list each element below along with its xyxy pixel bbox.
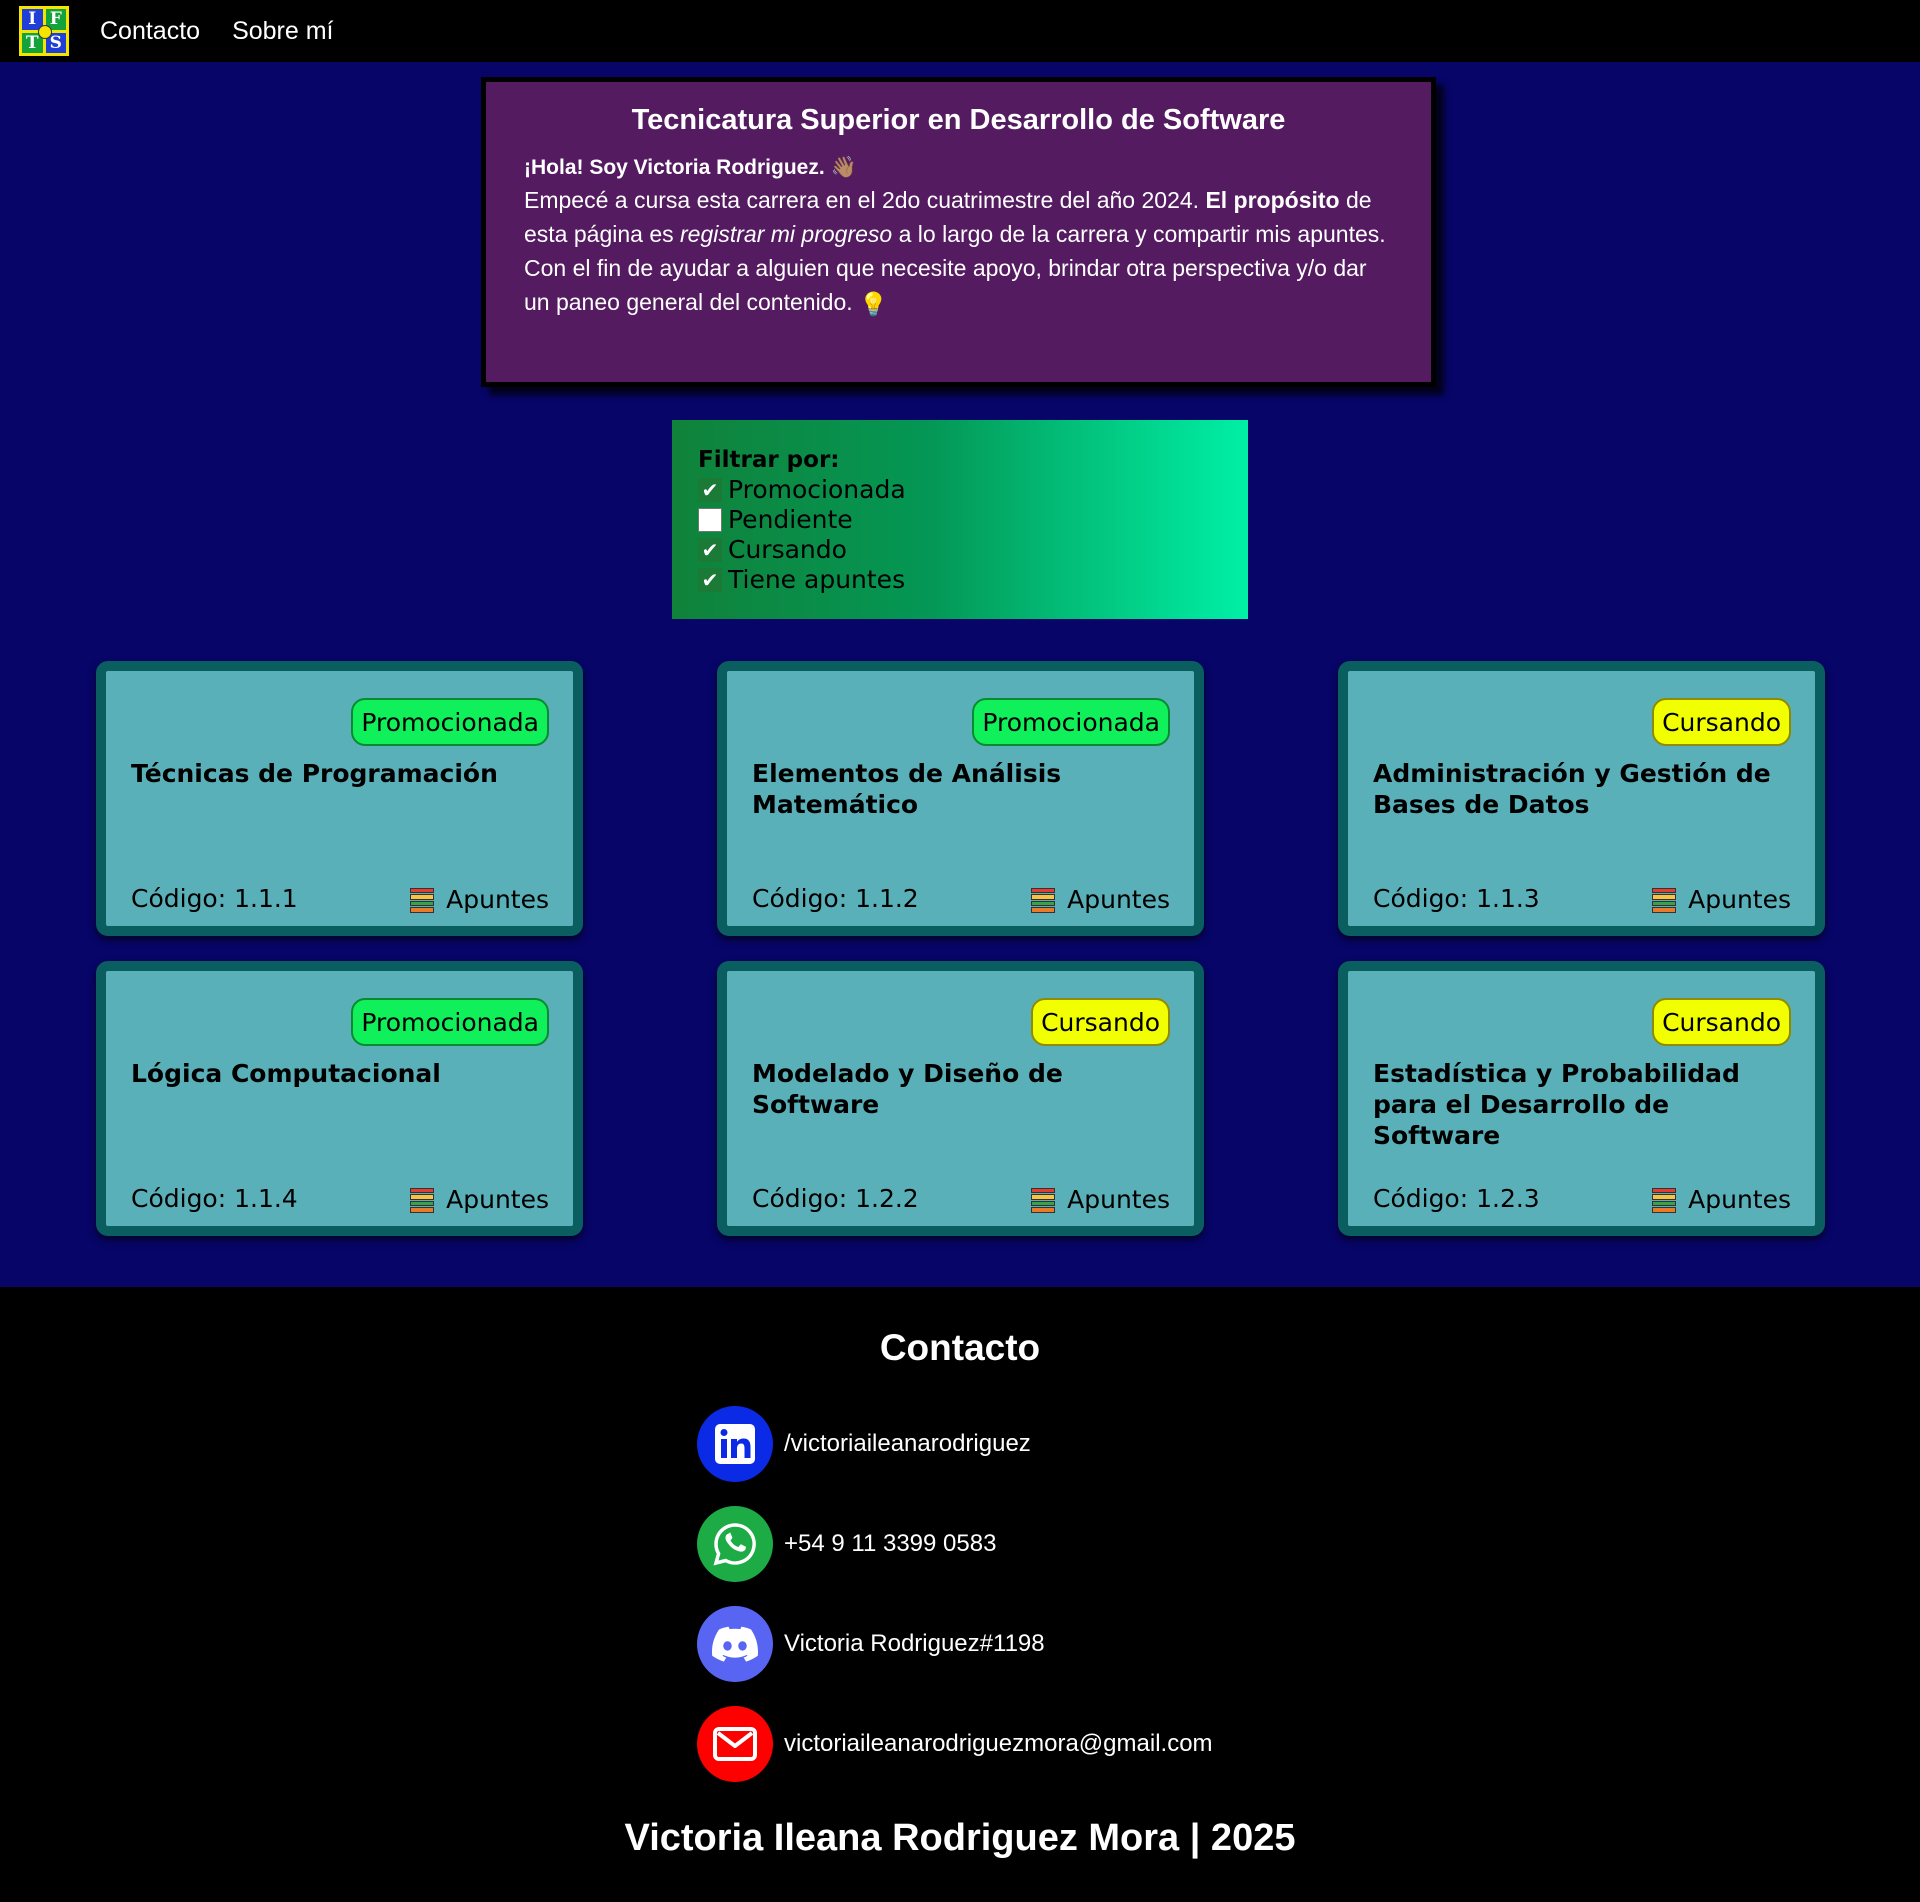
course-code: Código: 1.1.1 xyxy=(131,884,298,913)
course-title: Lógica Computacional xyxy=(131,1059,441,1088)
notes-label: Apuntes xyxy=(1067,1185,1170,1214)
intro-paragraph-2: Con el fin de ayudar a alguien que neces… xyxy=(524,251,1393,321)
books-icon xyxy=(1031,1187,1056,1213)
checkbox-checked-icon[interactable]: ✔ xyxy=(698,538,722,562)
status-badge: Promocionada xyxy=(351,998,549,1046)
filter-option-label: Promocionada xyxy=(728,475,906,504)
intro-text: Con el fin de ayudar a alguien que neces… xyxy=(524,255,1367,316)
status-badge: Cursando xyxy=(1031,998,1170,1046)
filter-option-pendiente[interactable]: Pendiente xyxy=(698,505,1248,535)
checkbox-checked-icon[interactable]: ✔ xyxy=(698,478,722,502)
course-code: Código: 1.1.3 xyxy=(1373,884,1540,913)
mail-icon xyxy=(697,1706,773,1782)
filter-option-promocionada[interactable]: ✔ Promocionada xyxy=(698,475,1248,505)
course-card: Cursando Estadística y Probabilidad para… xyxy=(1338,961,1825,1236)
course-card: Promocionada Lógica Computacional Código… xyxy=(96,961,583,1236)
notes-link[interactable]: Apuntes xyxy=(1652,1185,1791,1214)
notes-label: Apuntes xyxy=(446,1185,549,1214)
course-code: Código: 1.1.2 xyxy=(752,884,919,913)
checkbox-checked-icon[interactable]: ✔ xyxy=(698,568,722,592)
nav-link-contacto[interactable]: Contacto xyxy=(100,17,200,46)
course-card: Cursando Administración y Gestión de Bas… xyxy=(1338,661,1825,936)
course-title: Elementos de Análisis Matemático xyxy=(752,759,1062,819)
intro-paragraph-1: Empecé a cursa esta carrera en el 2do cu… xyxy=(524,183,1393,251)
books-icon xyxy=(1652,887,1677,913)
course-code: Código: 1.1.4 xyxy=(131,1184,298,1213)
notes-link[interactable]: Apuntes xyxy=(410,885,549,914)
notes-link[interactable]: Apuntes xyxy=(1031,1185,1170,1214)
waving-hand-icon: 👋🏽 xyxy=(830,156,857,180)
footer-signature: Victoria Ileana Rodriguez Mora | 2025 xyxy=(624,1817,1296,1859)
contact-text: /victoriaileanarodriguez xyxy=(784,1430,1031,1457)
filter-option-label: Cursando xyxy=(728,535,847,564)
status-badge: Cursando xyxy=(1652,698,1791,746)
status-badge: Promocionada xyxy=(972,698,1170,746)
notes-label: Apuntes xyxy=(1688,1185,1791,1214)
whatsapp-icon xyxy=(697,1506,773,1582)
course-title: Técnicas de Programación xyxy=(131,759,498,788)
greeting-text: ¡Hola! Soy Victoria Rodriguez. xyxy=(524,156,825,179)
intro-bold-text: El propósito xyxy=(1205,187,1340,214)
contact-email[interactable]: victoriaileanarodriguezmora@gmail.com xyxy=(697,1706,1213,1782)
contact-linkedin[interactable]: /victoriaileanarodriguez xyxy=(697,1406,1031,1482)
discord-icon xyxy=(697,1606,773,1682)
intro-text: Empecé a cursa esta carrera en el 2do cu… xyxy=(524,187,1200,214)
books-icon xyxy=(410,1187,435,1213)
course-title: Modelado y Diseño de Software xyxy=(752,1059,1063,1119)
course-title: Estadística y Probabilidad para el Desar… xyxy=(1373,1059,1740,1150)
notes-label: Apuntes xyxy=(446,885,549,914)
linkedin-icon xyxy=(697,1406,773,1482)
top-nav: I F T S Contacto Sobre mí xyxy=(0,0,1920,62)
notes-label: Apuntes xyxy=(1067,885,1170,914)
contact-text: +54 9 11 3399 0583 xyxy=(784,1530,997,1557)
course-code: Código: 1.2.3 xyxy=(1373,1184,1540,1213)
ifts-logo[interactable]: I F T S xyxy=(19,6,69,56)
books-icon xyxy=(410,887,435,913)
light-bulb-icon: 💡 xyxy=(859,291,888,318)
intro-box: Tecnicatura Superior en Desarrollo de So… xyxy=(481,77,1436,387)
filter-option-cursando[interactable]: ✔ Cursando xyxy=(698,535,1248,565)
books-icon xyxy=(1031,887,1056,913)
intro-text: a lo largo de la carrera y compartir mis… xyxy=(898,221,1386,248)
contact-discord[interactable]: Victoria Rodriguez#1198 xyxy=(697,1606,1045,1682)
filter-option-tiene-apuntes[interactable]: ✔ Tiene apuntes xyxy=(698,565,1248,595)
contact-whatsapp[interactable]: +54 9 11 3399 0583 xyxy=(697,1506,996,1582)
contact-text: Victoria Rodriguez#1198 xyxy=(784,1630,1045,1657)
course-title: Administración y Gestión de Bases de Dat… xyxy=(1373,759,1771,819)
checkbox-unchecked-icon[interactable] xyxy=(698,508,722,532)
footer: Contacto /victoriaileanarodriguez +54 9 … xyxy=(0,1287,1920,1902)
course-code: Código: 1.2.2 xyxy=(752,1184,919,1213)
filter-panel: Filtrar por: ✔ Promocionada Pendiente ✔ … xyxy=(672,420,1248,619)
course-card: Promocionada Elementos de Análisis Matem… xyxy=(717,661,1204,936)
books-icon xyxy=(1652,1187,1677,1213)
intro-italic-text: registrar mi progreso xyxy=(680,221,893,248)
notes-link[interactable]: Apuntes xyxy=(1652,885,1791,914)
course-card: Promocionada Técnicas de Programación Có… xyxy=(96,661,583,936)
notes-label: Apuntes xyxy=(1688,885,1791,914)
notes-link[interactable]: Apuntes xyxy=(1031,885,1170,914)
filter-option-label: Tiene apuntes xyxy=(728,565,906,594)
notes-link[interactable]: Apuntes xyxy=(410,1185,549,1214)
filter-title: Filtrar por: xyxy=(698,447,840,473)
footer-title: Contacto xyxy=(879,1327,1041,1368)
greeting: ¡Hola! Soy Victoria Rodriguez. 👋🏽 xyxy=(524,153,1393,183)
status-badge: Promocionada xyxy=(351,698,549,746)
contact-text: victoriaileanarodriguezmora@gmail.com xyxy=(784,1730,1213,1757)
status-badge: Cursando xyxy=(1652,998,1791,1046)
page-title: Tecnicatura Superior en Desarrollo de So… xyxy=(631,104,1286,136)
filter-option-label: Pendiente xyxy=(728,505,853,534)
nav-link-sobre-mi[interactable]: Sobre mí xyxy=(232,17,333,46)
course-card: Cursando Modelado y Diseño de Software C… xyxy=(717,961,1204,1236)
logo-dot xyxy=(38,25,52,39)
